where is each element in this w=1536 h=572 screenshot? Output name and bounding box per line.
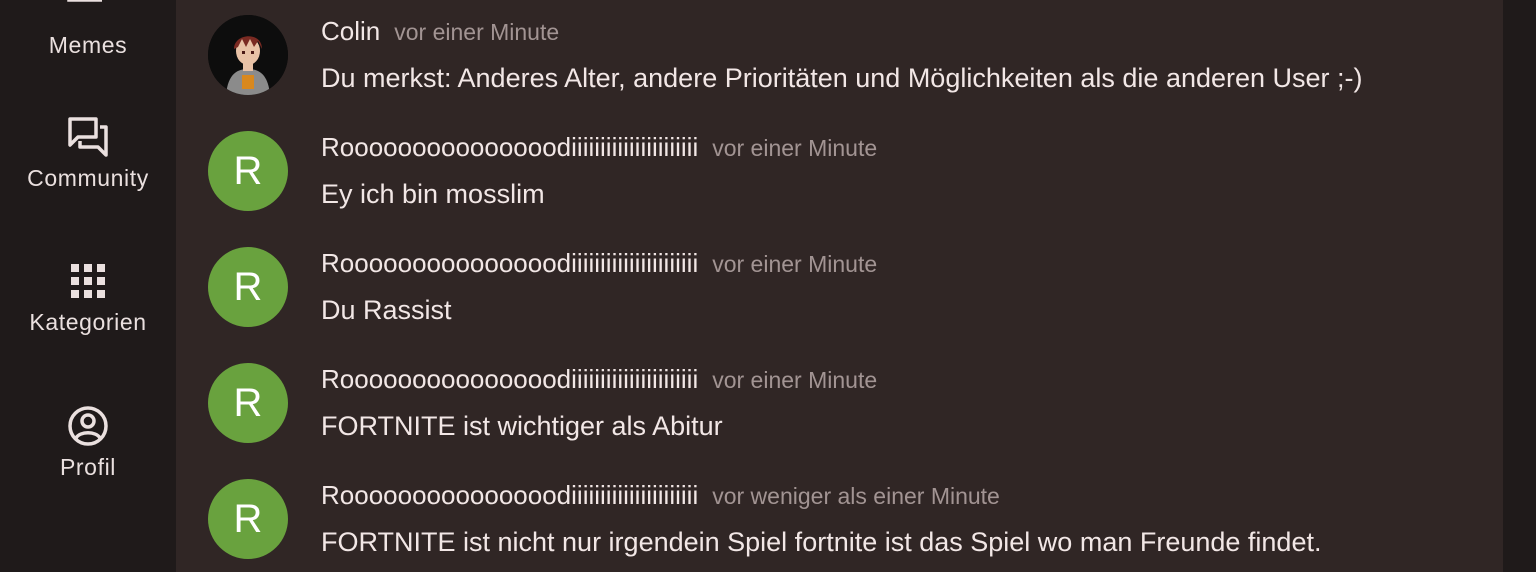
author-name[interactable]: Colin <box>321 16 380 46</box>
chat-panel: Colin vor einer Minute Du merkst: Anderes… <box>176 0 1503 572</box>
message-text: Du Rassist <box>321 295 452 325</box>
nav-label-memes: Memes <box>48 32 128 58</box>
author-name[interactable]: Rooooooooooooooodiiiiiiiiiiiiiiiiiiiiii <box>321 248 698 278</box>
author-name[interactable]: Rooooooooooooooodiiiiiiiiiiiiiiiiiiiiii <box>321 364 698 394</box>
message-text: FORTNITE ist wichtiger als Abitur <box>321 411 723 441</box>
chat-message: Colin vor einer Minute Du merkst: Anderes… <box>208 0 1488 100</box>
message-text: Du merkst: Anderes Alter, andere Priorit… <box>321 63 1363 93</box>
anime-boy-avatar-icon <box>208 15 288 95</box>
nav-label-kategorien: Kategorien <box>29 309 147 335</box>
chat-message: R Rooooooooooooooodiiiiiiiiiiiiiiiiiiiii… <box>208 232 1488 332</box>
message-header: Rooooooooooooooodiiiiiiiiiiiiiiiiiiiiii v… <box>321 362 877 401</box>
timestamp: vor einer Minute <box>712 251 878 277</box>
avatar[interactable]: R <box>208 131 288 211</box>
right-margin <box>1503 0 1536 572</box>
chat-message: R Rooooooooooooooodiiiiiiiiiiiiiiiiiiiii… <box>208 348 1488 448</box>
message-text: Ey ich bin mosslim <box>321 179 545 209</box>
timestamp: vor weniger als einer Minute <box>712 483 1000 509</box>
profile-circle-icon <box>68 406 108 446</box>
avatar[interactable]: R <box>208 363 288 443</box>
author-name[interactable]: Rooooooooooooooodiiiiiiiiiiiiiiiiiiiiii <box>321 480 698 510</box>
message-header: Rooooooooooooooodiiiiiiiiiiiiiiiiiiiiii v… <box>321 130 877 169</box>
message-header: Colin vor einer Minute <box>321 14 559 53</box>
message-text: FORTNITE ist nicht nur irgendein Spiel f… <box>321 527 1322 557</box>
message-header: Rooooooooooooooodiiiiiiiiiiiiiiiiiiiiii v… <box>321 478 1000 517</box>
nav-item-community[interactable]: Community <box>0 115 176 192</box>
chat-message: R Rooooooooooooooodiiiiiiiiiiiiiiiiiiiii… <box>208 464 1488 564</box>
chat-bubbles-icon <box>68 117 108 157</box>
message-header: Rooooooooooooooodiiiiiiiiiiiiiiiiiiiiii v… <box>321 246 877 285</box>
avatar[interactable]: R <box>208 247 288 327</box>
nav-label-profil: Profil <box>59 454 116 480</box>
app-window: Memes Community Kategorien Profil Colin … <box>0 0 1536 572</box>
grid-icon <box>71 264 105 298</box>
chat-message: R Rooooooooooooooodiiiiiiiiiiiiiiiiiiiii… <box>208 116 1488 216</box>
author-name[interactable]: Rooooooooooooooodiiiiiiiiiiiiiiiiiiiiii <box>321 132 698 162</box>
sidebar-nav: Memes Community Kategorien Profil <box>0 0 176 572</box>
avatar[interactable] <box>208 15 288 95</box>
avatar[interactable]: R <box>208 479 288 559</box>
nav-item-profil[interactable]: Profil <box>0 404 176 481</box>
nav-item-kategorien[interactable]: Kategorien <box>0 259 176 336</box>
nav-item-memes[interactable]: Memes <box>0 0 176 59</box>
timestamp: vor einer Minute <box>712 367 878 393</box>
memes-stack-icon <box>67 0 102 2</box>
nav-label-community: Community <box>27 165 149 191</box>
timestamp: vor einer Minute <box>712 135 878 161</box>
timestamp: vor einer Minute <box>394 19 560 45</box>
